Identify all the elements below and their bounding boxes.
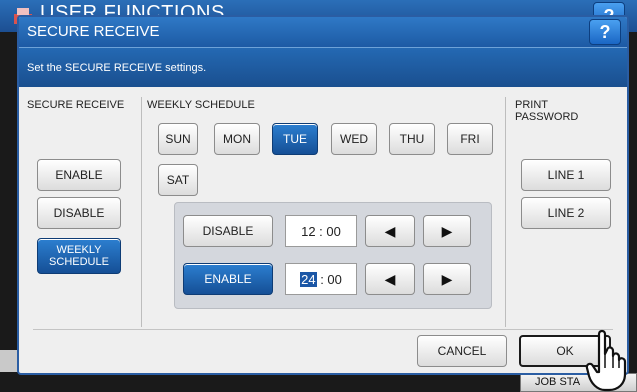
line-1-button[interactable]: LINE 1 (521, 159, 611, 191)
dialog-message-bar: Set the SECURE RECEIVE settings. (19, 47, 627, 87)
enable-time-right-button[interactable]: ▶ (423, 263, 471, 295)
day-button-sat[interactable]: SAT (158, 164, 198, 196)
enable-time-hour: 24 (300, 271, 317, 287)
arrow-left-icon: ◀ (384, 270, 396, 287)
arrow-right-icon: ▶ (441, 222, 453, 239)
schedule-disable-button[interactable]: DISABLE (183, 215, 273, 247)
dialog-title: SECURE RECEIVE (27, 23, 160, 40)
cancel-button[interactable]: CANCEL (417, 335, 507, 367)
schedule-enable-button[interactable]: ENABLE (183, 263, 273, 295)
line-2-button[interactable]: LINE 2 (521, 197, 611, 229)
schedule-panel: DISABLE 12 : 00 ◀ ▶ ENABLE 24 : 00 ◀ ▶ (174, 202, 492, 309)
help-button[interactable]: ? (589, 19, 621, 45)
day-button-tue[interactable]: TUE (272, 123, 318, 155)
arrow-left-icon: ◀ (384, 222, 396, 239)
footer-divider (33, 329, 613, 330)
dialog-message: Set the SECURE RECEIVE settings. (27, 62, 207, 74)
print-password-label: PRINT PASSWORD (515, 99, 579, 123)
enable-button[interactable]: ENABLE (37, 159, 121, 191)
day-button-sun[interactable]: SUN (158, 123, 198, 155)
hand-pointer-icon (585, 329, 627, 392)
weekly-schedule-label: WEEKLY SCHEDULE (147, 99, 255, 111)
enable-time-left-button[interactable]: ◀ (365, 263, 415, 295)
day-button-wed[interactable]: WED (331, 123, 377, 155)
weekly-schedule-button[interactable]: WEEKLY SCHEDULE (37, 238, 121, 274)
secure-receive-dialog: SECURE RECEIVE ? Set the SECURE RECEIVE … (17, 15, 629, 375)
day-button-mon[interactable]: MON (214, 123, 260, 155)
disable-time-left-button[interactable]: ◀ (365, 215, 415, 247)
disable-time-field[interactable]: 12 : 00 (285, 215, 357, 247)
disable-time-right-button[interactable]: ▶ (423, 215, 471, 247)
day-button-thu[interactable]: THU (389, 123, 435, 155)
secure-receive-label: SECURE RECEIVE (27, 99, 125, 111)
dialog-titlebar: SECURE RECEIVE ? (19, 17, 627, 47)
day-button-fri[interactable]: FRI (447, 123, 493, 155)
arrow-right-icon: ▶ (441, 270, 453, 287)
divider-1 (141, 97, 142, 327)
divider-2 (505, 97, 506, 327)
enable-time-minutes: : 00 (316, 271, 342, 287)
disable-button[interactable]: DISABLE (37, 197, 121, 229)
enable-time-field[interactable]: 24 : 00 (285, 263, 357, 295)
